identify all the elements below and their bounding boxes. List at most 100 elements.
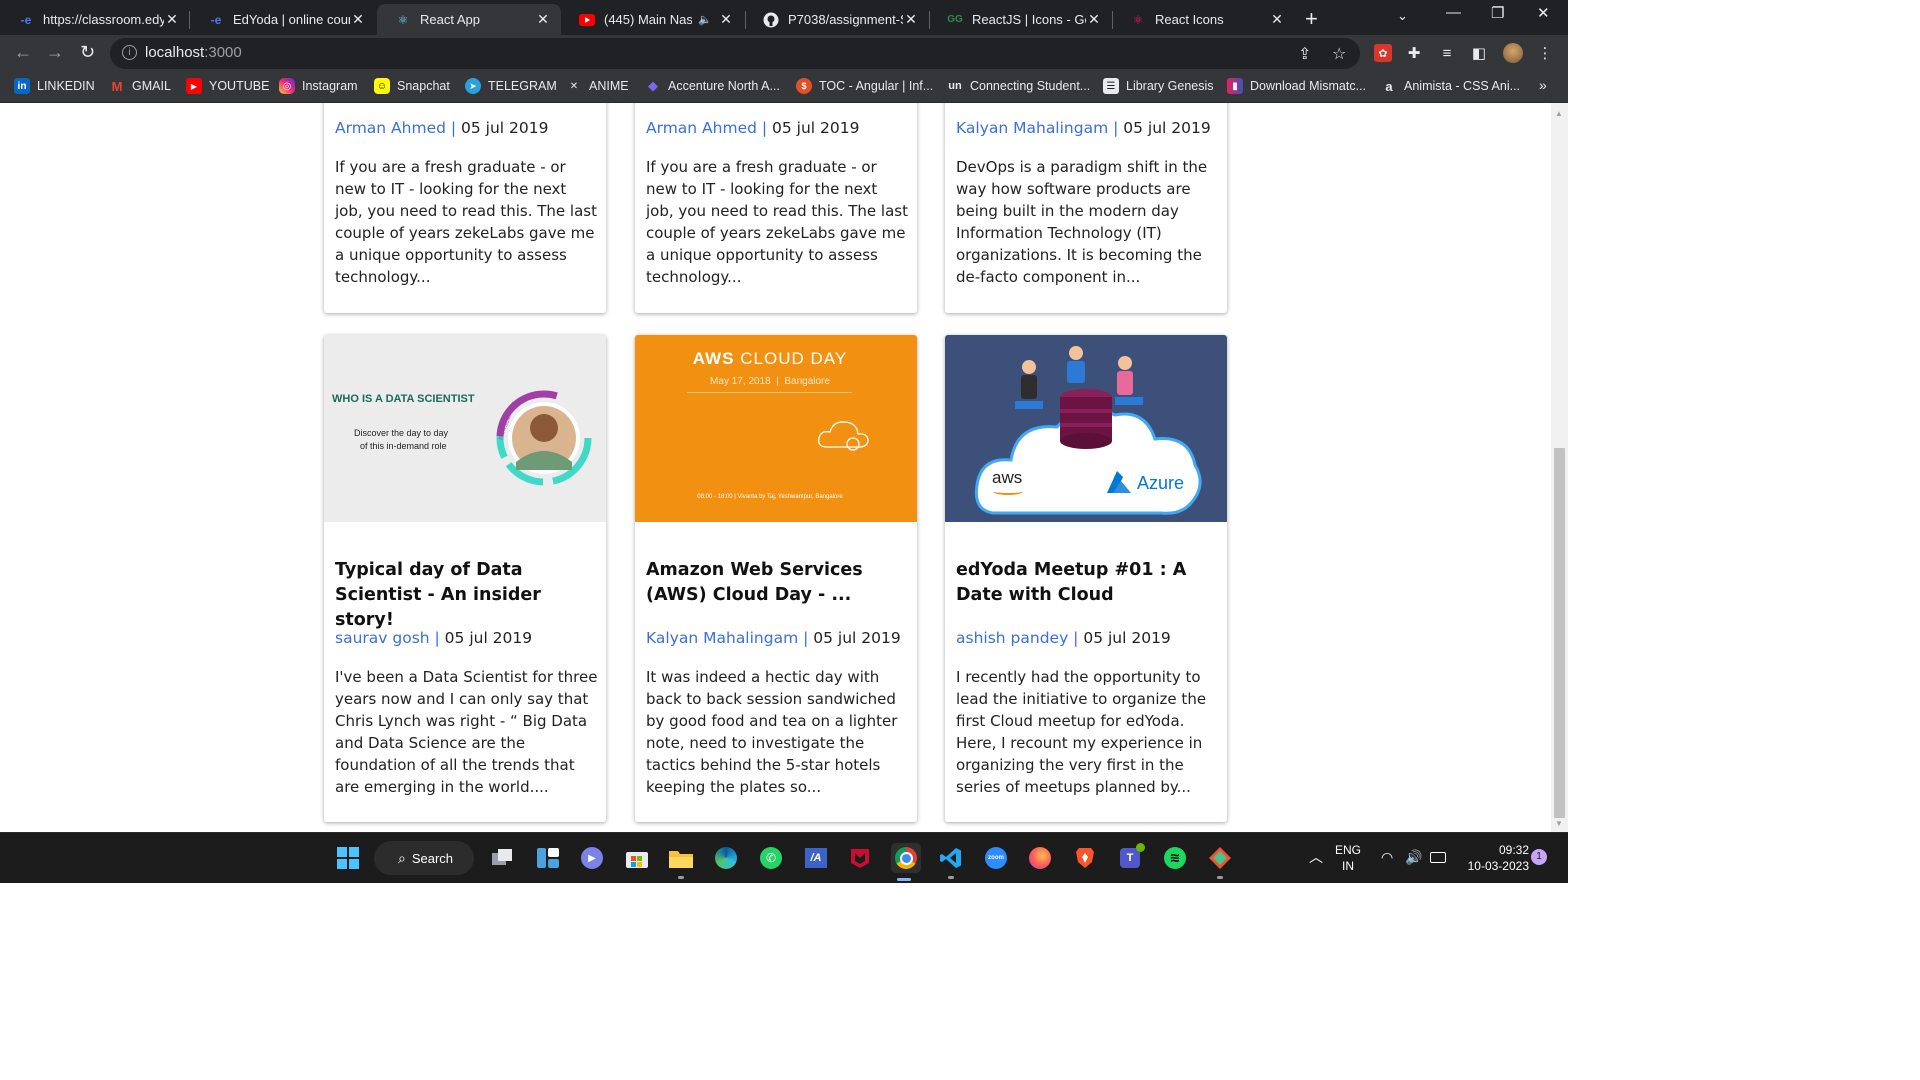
address-bar[interactable]: i localhost:3000 ⇪ ☆ — [110, 38, 1360, 69]
taskbar-search[interactable]: ⌕ Search — [374, 841, 474, 875]
battery-icon[interactable] — [1430, 852, 1446, 863]
card-title[interactable]: edYoda Meetup #01 : A Date with Cloud — [956, 558, 1219, 608]
bookmark-library-genesis[interactable]: ☰ Library Genesis — [1103, 78, 1214, 94]
card-author[interactable]: Arman Ahmed — [335, 119, 446, 137]
bookmark-gmail[interactable]: M GMAIL — [109, 78, 171, 94]
card-thumbnail[interactable]: AWS CLOUD DAY May 17, 2018 | Bangalore 0… — [635, 335, 917, 522]
new-tab-icon[interactable]: + — [1305, 6, 1318, 32]
tab-geeksforgeeks[interactable]: GG ReactJS | Icons - Geek ✕ — [929, 4, 1112, 35]
scroll-up-arrow-icon[interactable]: ▲ — [1555, 109, 1563, 118]
blog-card[interactable]: Kalyan Mahalingam | 05 jul 2019 DevOps i… — [945, 103, 1227, 313]
bookmarks-overflow[interactable]: » — [1539, 77, 1547, 93]
bookmark-snapchat[interactable]: ☺ Snapchat — [374, 78, 450, 94]
media-control-icon[interactable]: ≡ — [1438, 44, 1456, 62]
card-date: 05 jul 2019 — [1083, 629, 1171, 647]
whatsapp-icon[interactable]: ✆ — [758, 845, 784, 871]
back-icon[interactable]: ← — [14, 42, 32, 63]
blog-card[interactable]: aws Azure edYoda Meetup #01 : A Date wit… — [945, 335, 1227, 822]
teams-icon[interactable]: T — [1117, 843, 1145, 871]
card-thumbnail[interactable]: aws Azure — [945, 335, 1227, 522]
vscode-icon[interactable] — [938, 845, 964, 879]
bookmark-youtube[interactable]: ▶ YOUTUBE — [186, 78, 269, 94]
close-icon[interactable]: ✕ — [903, 11, 919, 28]
close-icon[interactable]: ✕ — [1086, 11, 1102, 28]
bookmark-star-icon[interactable]: ☆ — [1332, 44, 1346, 64]
page-scrollbar[interactable]: ▲ ▼ — [1551, 103, 1568, 832]
reload-icon[interactable]: ↻ — [80, 42, 95, 63]
aws-logo: aws — [992, 468, 1023, 487]
card-thumbnail[interactable]: WHO IS A DATA SCIENTIST Discover the day… — [324, 335, 606, 522]
side-panel-icon[interactable]: ◧ — [1470, 44, 1488, 62]
git-diamond-icon[interactable] — [1207, 845, 1233, 879]
blog-card[interactable]: WHO IS A DATA SCIENTIST Discover the day… — [324, 335, 606, 822]
start-windows-icon[interactable] — [335, 845, 361, 871]
bookmark-unstop[interactable]: un Connecting Student... — [947, 78, 1090, 94]
tab-github[interactable]: P7038/assignment-St ✕ — [745, 4, 929, 35]
extension-red-icon[interactable]: ✿ — [1374, 44, 1392, 62]
chrome-icon[interactable] — [891, 843, 921, 881]
tab-classroom-edyoda[interactable]: -e https://classroom.edy ✕ — [0, 4, 190, 35]
extensions-puzzle-icon[interactable]: ✚ — [1405, 44, 1423, 62]
bookmark-instagram[interactable]: ◎ Instagram — [279, 78, 358, 94]
cloud-icon — [818, 421, 869, 451]
wifi-icon[interactable]: ◠ — [1381, 849, 1393, 865]
blog-card[interactable]: Arman Ahmed | 05 jul 2019 If you are a f… — [635, 103, 917, 313]
card-author[interactable]: saurav gosh — [335, 629, 430, 647]
audio-playing-icon[interactable]: 🔈 — [698, 13, 712, 26]
menu-kebab-icon[interactable]: ⋮ — [1536, 44, 1554, 62]
volume-icon[interactable]: 🔊 — [1405, 849, 1422, 865]
task-view-icon[interactable] — [490, 845, 516, 871]
tab-youtube[interactable]: (445) Main Nashe 🔈 ✕ — [561, 4, 744, 35]
spotify-icon[interactable]: ≋ — [1162, 845, 1188, 871]
close-icon[interactable]: ✕ — [535, 11, 551, 28]
file-explorer-icon[interactable] — [668, 845, 694, 879]
blog-card[interactable]: Arman Ahmed | 05 jul 2019 If you are a f… — [324, 103, 606, 313]
teams-chat-icon[interactable]: ▶ — [579, 845, 605, 871]
bookmark-linkedin[interactable]: in LINKEDIN — [14, 78, 95, 94]
clock[interactable]: 09:32 10-03-2023 — [1459, 842, 1529, 874]
show-hidden-icons-chevron-icon[interactable]: ︿ — [1309, 849, 1323, 865]
tab-search-icon[interactable]: ⌄ — [1397, 8, 1408, 24]
mcafee-icon[interactable] — [847, 845, 873, 871]
scrollbar-thumb[interactable] — [1554, 448, 1565, 818]
blog-card[interactable]: AWS CLOUD DAY May 17, 2018 | Bangalore 0… — [635, 335, 917, 822]
widgets-icon[interactable] — [535, 845, 561, 871]
scroll-down-arrow-icon[interactable]: ▼ — [1555, 819, 1563, 828]
close-icon[interactable]: ✕ — [350, 11, 366, 28]
bookmark-anime[interactable]: ✕ ANIME — [566, 78, 629, 94]
close-icon[interactable]: ✕ — [1269, 11, 1285, 28]
bookmark-telegram[interactable]: ➤ TELEGRAM — [465, 78, 557, 94]
brave-icon[interactable] — [1072, 845, 1098, 871]
zoom-icon[interactable]: zoom — [983, 845, 1009, 871]
window-close-icon[interactable]: ✕ — [1537, 4, 1550, 22]
bookmark-animista[interactable]: a Animista - CSS Ani... — [1381, 78, 1520, 94]
minimize-icon[interactable]: — — [1446, 4, 1461, 21]
card-author[interactable]: Kalyan Mahalingam — [956, 119, 1108, 137]
restore-icon[interactable]: ❐ — [1491, 4, 1504, 22]
microsoft-store-icon[interactable] — [624, 845, 650, 871]
app-icon[interactable]: /A — [803, 845, 829, 871]
tab-react-app[interactable]: ⚛ React App ✕ — [377, 4, 561, 35]
aws-smile-icon — [993, 488, 1023, 495]
share-icon[interactable]: ⇪ — [1298, 44, 1311, 64]
language-indicator[interactable]: ENG IN — [1335, 842, 1361, 874]
bookmark-accenture[interactable]: ◆ Accenture North A... — [645, 78, 780, 94]
tab-react-icons[interactable]: ⚛ React Icons ✕ — [1112, 4, 1295, 35]
site-info-icon[interactable]: i — [122, 45, 137, 60]
firefox-icon[interactable] — [1027, 845, 1053, 871]
card-author[interactable]: ashish pandey — [956, 629, 1068, 647]
close-icon[interactable]: ✕ — [164, 11, 180, 28]
card-author[interactable]: Arman Ahmed — [646, 119, 757, 137]
tab-edyoda-courses[interactable]: -e EdYoda | online cours ✕ — [190, 4, 376, 35]
url-text[interactable]: localhost:3000 — [145, 44, 242, 61]
bookmark-download[interactable]: ▮ Download Mismatc... — [1227, 78, 1366, 94]
close-icon[interactable]: ✕ — [718, 11, 734, 28]
card-author[interactable]: Kalyan Mahalingam — [646, 629, 798, 647]
forward-icon[interactable]: → — [46, 42, 64, 63]
edge-icon[interactable] — [713, 845, 739, 871]
card-title[interactable]: Typical day of Data Scientist - An insid… — [335, 558, 598, 633]
bookmark-toc[interactable]: $ TOC - Angular | Inf... — [796, 78, 933, 94]
card-title[interactable]: Amazon Web Services (AWS) Cloud Day - ..… — [646, 558, 909, 608]
notification-badge[interactable]: 1 — [1531, 849, 1547, 865]
profile-avatar[interactable] — [1503, 43, 1523, 63]
